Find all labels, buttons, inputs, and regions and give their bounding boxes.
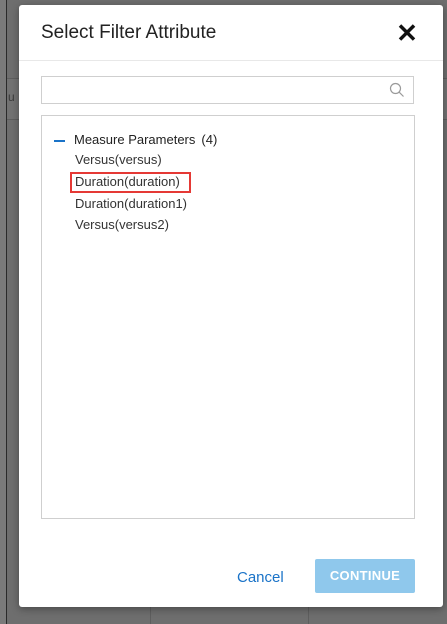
select-filter-attribute-dialog: Select Filter Attribute ✕ Measure Parame… <box>19 5 443 607</box>
tree-item-versus2[interactable]: Versus(versus2) <box>75 217 169 232</box>
header-divider <box>19 60 443 61</box>
continue-button[interactable]: CONTINUE <box>315 559 415 593</box>
background-cell-divider <box>150 606 151 624</box>
tree-item-duration[interactable]: Duration(duration) <box>75 174 180 189</box>
dialog-header: Select Filter Attribute ✕ <box>19 5 443 61</box>
close-button[interactable]: ✕ <box>393 19 421 47</box>
group-count: (4) <box>201 132 218 147</box>
search-input[interactable] <box>46 80 380 102</box>
tree-item-versus[interactable]: Versus(versus) <box>75 152 162 167</box>
background-partial-text: u <box>8 90 15 104</box>
close-icon: ✕ <box>396 18 418 48</box>
dialog-title: Select Filter Attribute <box>41 22 217 43</box>
collapse-icon[interactable] <box>54 140 65 142</box>
group-name: Measure Parameters <box>74 132 196 147</box>
background-cell-divider <box>308 606 309 624</box>
group-label: Measure Parameters (4) <box>74 132 217 147</box>
background-divider <box>6 0 7 624</box>
search-icon[interactable] <box>389 82 405 98</box>
attribute-tree: Measure Parameters (4) Versus(versus) Dur… <box>41 115 415 519</box>
tree-item-duration1[interactable]: Duration(duration1) <box>75 196 187 211</box>
search-box[interactable] <box>41 76 414 104</box>
cancel-button[interactable]: Cancel <box>237 569 284 586</box>
